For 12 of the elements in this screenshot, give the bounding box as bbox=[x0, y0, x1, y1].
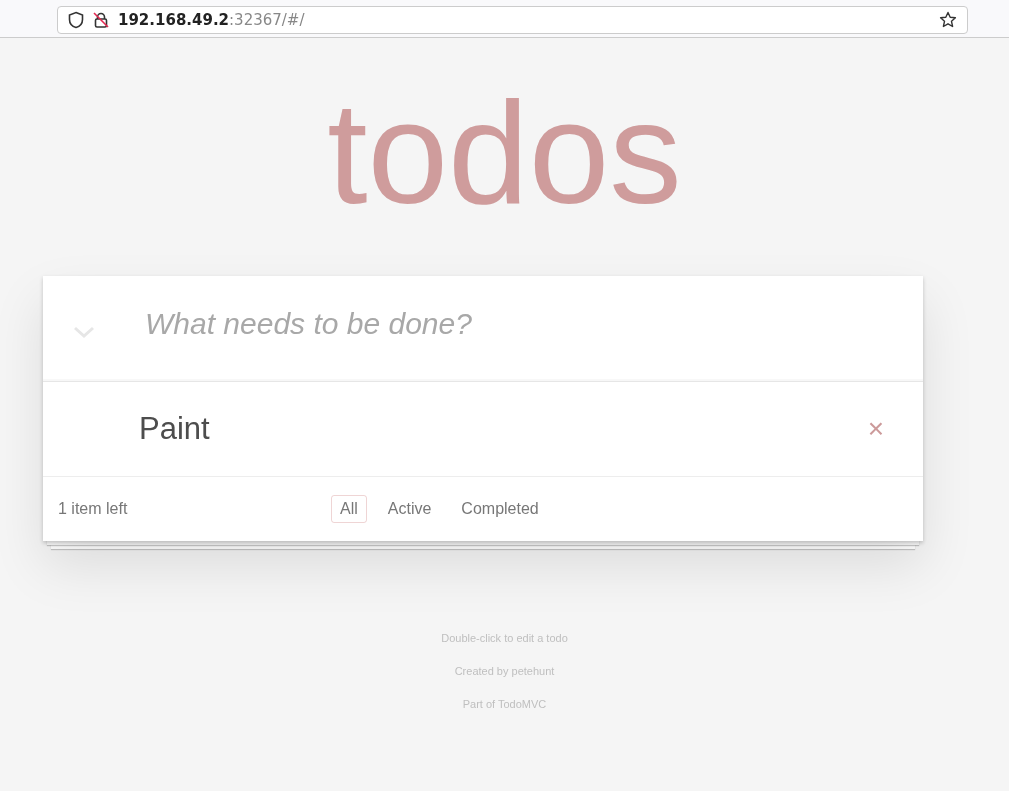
crossed-lock-icon[interactable] bbox=[92, 11, 110, 29]
app-title: todos bbox=[326, 78, 683, 236]
delete-button[interactable]: × bbox=[863, 413, 888, 445]
address-bar[interactable]: 192.168.49.2:32367/#/ bbox=[57, 6, 968, 34]
url-text: 192.168.49.2:32367/#/ bbox=[118, 11, 306, 29]
filter-link[interactable]: All bbox=[331, 495, 367, 523]
items-left-count: 1 item left bbox=[58, 500, 129, 518]
todo-label: Paint bbox=[139, 411, 211, 447]
filter-link[interactable]: Completed bbox=[452, 495, 548, 523]
shield-icon[interactable] bbox=[68, 11, 84, 29]
filter-link[interactable]: Active bbox=[378, 495, 441, 523]
star-icon[interactable] bbox=[939, 11, 957, 29]
